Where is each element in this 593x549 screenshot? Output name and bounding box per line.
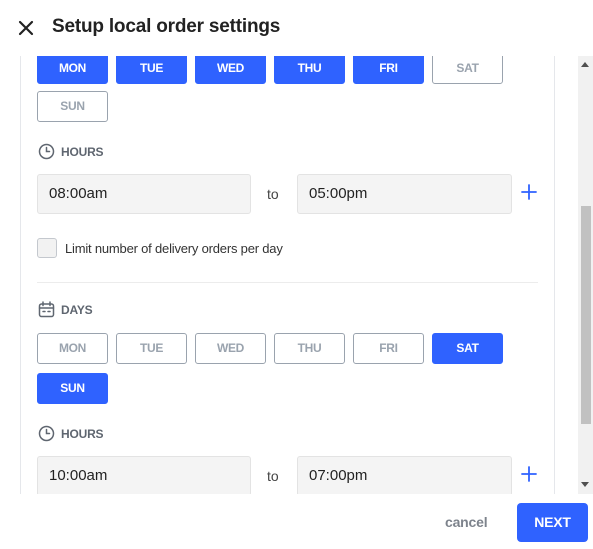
settings-scroll-area: MON TUE WED THU FRI SAT SUN HOURS 08:00a… [0, 56, 593, 494]
scroll-up-arrow-icon[interactable] [581, 62, 589, 67]
to-time-input-2[interactable]: 07:00pm [297, 456, 512, 494]
section-divider [37, 282, 538, 283]
cancel-button[interactable]: cancel [445, 514, 488, 530]
day-toggle-thu[interactable]: THU [274, 56, 345, 84]
scroll-down-arrow-icon[interactable] [581, 482, 589, 487]
day-toggle-tue-2[interactable]: TUE [116, 333, 187, 364]
days-label-text: DAYS [61, 302, 93, 317]
to-label: to [267, 186, 279, 202]
to-time-input[interactable]: 05:00pm [297, 174, 512, 214]
dialog-title: Setup local order settings [52, 16, 281, 37]
from-time-input-2[interactable]: 10:00am [37, 456, 251, 494]
close-button[interactable] [14, 16, 38, 40]
from-time-input[interactable]: 08:00am [37, 174, 251, 214]
day-toggle-sat-2[interactable]: SAT [432, 333, 503, 364]
next-button[interactable]: NEXT [517, 503, 588, 542]
add-hours-button[interactable] [520, 183, 538, 201]
day-toggle-sun[interactable]: SUN [37, 91, 108, 122]
day-toggle-sun-2[interactable]: SUN [37, 373, 108, 404]
day-toggle-thu-2[interactable]: THU [274, 333, 345, 364]
plus-icon [521, 184, 537, 200]
hours-label-2: HOURS [38, 425, 104, 442]
plus-icon [521, 466, 537, 482]
day-toggle-wed[interactable]: WED [195, 56, 266, 84]
day-toggle-fri-2[interactable]: FRI [353, 333, 424, 364]
hours-label: HOURS [38, 143, 104, 160]
dialog-footer: cancel NEXT [0, 494, 593, 549]
hours-label-text: HOURS [61, 144, 104, 159]
dialog-header: Setup local order settings [0, 0, 593, 56]
day-toggle-mon[interactable]: MON [37, 56, 108, 84]
day-toggle-tue[interactable]: TUE [116, 56, 187, 84]
close-icon [18, 20, 34, 36]
to-label-2: to [267, 468, 279, 484]
scrollbar-thumb[interactable] [581, 206, 591, 424]
day-toggle-mon-2[interactable]: MON [37, 333, 108, 364]
hours-label-text-2: HOURS [61, 426, 104, 441]
day-toggle-sat[interactable]: SAT [432, 56, 503, 84]
clock-icon [38, 425, 55, 442]
vertical-scrollbar[interactable] [578, 56, 593, 494]
day-toggle-wed-2[interactable]: WED [195, 333, 266, 364]
days-label: DAYS [38, 301, 93, 318]
limit-orders-checkbox[interactable] [37, 238, 57, 258]
clock-icon [38, 143, 55, 160]
calendar-icon [38, 301, 55, 318]
limit-orders-label: Limit number of delivery orders per day [65, 241, 283, 256]
day-toggle-fri[interactable]: FRI [353, 56, 424, 84]
panel-left-border [20, 56, 21, 494]
add-hours-button-2[interactable] [520, 465, 538, 483]
panel-right-border [554, 56, 555, 494]
